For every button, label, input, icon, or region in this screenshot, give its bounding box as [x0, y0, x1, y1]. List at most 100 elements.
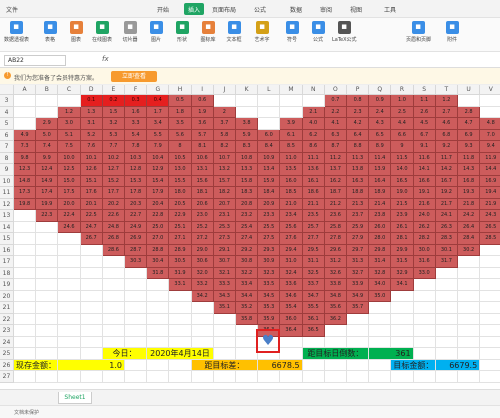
- heart-cell[interactable]: 5.2: [80, 129, 103, 141]
- heart-cell[interactable]: 15.6: [191, 175, 214, 187]
- heart-cell[interactable]: 34.1: [391, 279, 414, 291]
- heart-cell[interactable]: 6.0: [258, 129, 281, 141]
- heart-cell[interactable]: 20.5: [169, 198, 192, 210]
- heart-cell[interactable]: 32.4: [280, 267, 303, 279]
- heart-cell[interactable]: 24.0: [413, 210, 436, 222]
- row-header[interactable]: 3: [0, 95, 14, 107]
- heart-cell[interactable]: 11.8: [458, 152, 481, 164]
- heart-cell[interactable]: 3.2: [102, 118, 125, 130]
- heart-cell[interactable]: 19.9: [36, 198, 59, 210]
- row-header[interactable]: 24: [0, 336, 14, 348]
- heart-cell[interactable]: 14.1: [413, 164, 436, 176]
- heart-cell[interactable]: 30.8: [236, 256, 259, 268]
- row-header[interactable]: 21: [0, 302, 14, 314]
- cell[interactable]: [435, 348, 458, 360]
- heart-cell[interactable]: 13.9: [369, 164, 392, 176]
- cell[interactable]: [458, 371, 481, 383]
- cell[interactable]: [14, 118, 37, 130]
- heart-cell[interactable]: 5.3: [102, 129, 125, 141]
- heart-cell[interactable]: 16.7: [435, 175, 458, 187]
- heart-cell[interactable]: 21.3: [347, 198, 370, 210]
- row-header[interactable]: 26: [0, 359, 14, 371]
- cell[interactable]: [36, 325, 59, 337]
- heart-cell[interactable]: 4.2: [347, 118, 370, 130]
- heart-cell[interactable]: 33.0: [413, 267, 436, 279]
- target-amount-value[interactable]: 6679.5: [435, 359, 481, 371]
- heart-cell[interactable]: 2.1: [302, 106, 325, 118]
- cell[interactable]: [458, 313, 481, 325]
- heart-cell[interactable]: 29.0: [191, 244, 214, 256]
- heart-cell[interactable]: 30.2: [458, 244, 481, 256]
- heart-cell[interactable]: 10.1: [80, 152, 103, 164]
- ribbon-button-7[interactable]: ▪ 形状: [170, 20, 194, 50]
- column-header[interactable]: N: [302, 85, 325, 95]
- heart-cell[interactable]: 13.6: [302, 164, 325, 176]
- heart-cell[interactable]: 32.2: [236, 267, 259, 279]
- cell[interactable]: [236, 336, 259, 348]
- cell[interactable]: [347, 325, 370, 337]
- heart-cell[interactable]: 29.8: [369, 244, 392, 256]
- row-header[interactable]: 27: [0, 371, 14, 383]
- cell[interactable]: [58, 302, 81, 314]
- heart-cell[interactable]: 34.9: [347, 290, 370, 302]
- cell[interactable]: [324, 371, 347, 383]
- heart-cell[interactable]: 11.1: [302, 152, 325, 164]
- heart-cell[interactable]: 2: [213, 106, 236, 118]
- cell[interactable]: [435, 336, 458, 348]
- menu-8[interactable]: 视图: [350, 5, 362, 14]
- heart-cell[interactable]: 22.4: [58, 210, 81, 222]
- heart-cell[interactable]: 2.8: [458, 106, 481, 118]
- heart-cell[interactable]: 0.1: [80, 95, 103, 107]
- heart-cell[interactable]: 21.2: [324, 198, 347, 210]
- heart-cell[interactable]: 12.7: [102, 164, 125, 176]
- cell[interactable]: [58, 95, 81, 107]
- cell[interactable]: [480, 268, 500, 279]
- cell[interactable]: [102, 302, 125, 314]
- ribbon-button-4[interactable]: ▪ 在线图表: [90, 20, 114, 50]
- heart-cell[interactable]: 10.4: [147, 152, 170, 164]
- cell[interactable]: [102, 336, 125, 348]
- ribbon-button-3[interactable]: ▪ 图表: [64, 20, 88, 50]
- heart-cell[interactable]: 24.2: [458, 210, 481, 222]
- cell[interactable]: [36, 279, 59, 291]
- heart-cell[interactable]: 14.8: [14, 175, 37, 187]
- heart-cell[interactable]: 33.9: [347, 279, 370, 291]
- heart-cell[interactable]: 17.4: [36, 187, 59, 199]
- cell[interactable]: [280, 95, 303, 107]
- heart-cell[interactable]: 25.2: [191, 221, 214, 233]
- ribbon-button-13[interactable]: ▪ LaTeX公式: [332, 20, 357, 50]
- heart-cell[interactable]: 13.3: [236, 164, 259, 176]
- cell[interactable]: [435, 313, 458, 325]
- heart-cell[interactable]: 23.1: [213, 210, 236, 222]
- heart-cell[interactable]: 15.1: [80, 175, 103, 187]
- heart-cell[interactable]: 21.4: [369, 198, 392, 210]
- cell[interactable]: [125, 325, 148, 337]
- cell[interactable]: [36, 290, 59, 302]
- cell[interactable]: [458, 95, 481, 107]
- heart-cell[interactable]: 28.7: [125, 244, 148, 256]
- heart-cell[interactable]: 20.9: [258, 198, 281, 210]
- cell[interactable]: [458, 256, 481, 268]
- cell[interactable]: [147, 290, 170, 302]
- heart-cell[interactable]: 21.5: [391, 198, 414, 210]
- cell[interactable]: [480, 291, 500, 302]
- heart-cell[interactable]: 23.7: [347, 210, 370, 222]
- heart-cell[interactable]: 12.6: [80, 164, 103, 176]
- cell[interactable]: [125, 279, 148, 291]
- heart-cell[interactable]: 18.6: [302, 187, 325, 199]
- cell[interactable]: [302, 359, 325, 371]
- heart-cell[interactable]: 23.6: [324, 210, 347, 222]
- heart-cell[interactable]: 36.1: [302, 313, 325, 325]
- menu-4[interactable]: 页面布局: [212, 5, 236, 14]
- cell[interactable]: [125, 302, 148, 314]
- heart-cell[interactable]: 11.2: [324, 152, 347, 164]
- cell[interactable]: [102, 267, 125, 279]
- heart-cell[interactable]: 2.9: [36, 118, 59, 130]
- heart-cell[interactable]: 30.7: [213, 256, 236, 268]
- heart-cell[interactable]: 23.5: [302, 210, 325, 222]
- heart-cell[interactable]: 6.8: [435, 129, 458, 141]
- heart-cell[interactable]: 12.5: [58, 164, 81, 176]
- heart-cell[interactable]: 5.1: [58, 129, 81, 141]
- cell[interactable]: [413, 313, 436, 325]
- cell[interactable]: [236, 325, 259, 337]
